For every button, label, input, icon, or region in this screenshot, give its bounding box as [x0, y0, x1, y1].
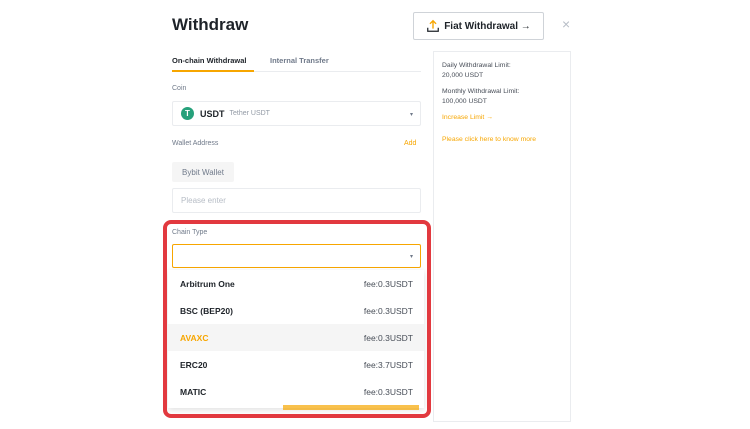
chevron-down-icon: ▾: [409, 112, 413, 118]
daily-limit-value: 20,000 USDT: [442, 72, 484, 79]
fiat-withdrawal-label: Fiat Withdrawal →: [444, 20, 531, 32]
wallet-address-input[interactable]: [172, 188, 421, 213]
saved-wallet-chip[interactable]: Bybit Wallet: [172, 162, 234, 182]
withdrawal-limits-panel: Daily Withdrawal Limit: 20,000 USDT Mont…: [433, 51, 571, 422]
wallet-address-label: Wallet Address: [172, 140, 219, 147]
tab-on-chain-withdrawal[interactable]: On-chain Withdrawal: [172, 56, 254, 72]
coin-select[interactable]: T USDT Tether USDT ▾: [172, 101, 421, 126]
withdraw-tabs: On-chain Withdrawal Internal Transfer: [172, 56, 421, 72]
coin-code: USDT: [200, 108, 225, 119]
close-icon[interactable]: ×: [562, 16, 570, 32]
daily-limit-label: Daily Withdrawal Limit:: [442, 62, 511, 69]
monthly-limit-value: 100,000 USDT: [442, 98, 487, 105]
increase-limit-link[interactable]: Increase Limit →: [442, 113, 562, 123]
tab-internal-transfer[interactable]: Internal Transfer: [270, 56, 329, 66]
fiat-withdrawal-button[interactable]: Fiat Withdrawal →: [413, 12, 544, 40]
coin-name: Tether USDT: [229, 110, 270, 117]
highlight-frame: [163, 220, 431, 418]
monthly-limit-label: Monthly Withdrawal Limit:: [442, 88, 520, 95]
page-title: Withdraw: [172, 15, 249, 34]
know-more-link[interactable]: Please click here to know more: [442, 135, 562, 145]
add-address-link[interactable]: Add: [404, 140, 416, 147]
coin-label: Coin: [172, 85, 187, 92]
upload-icon: [427, 19, 440, 32]
tether-icon: T: [181, 107, 194, 120]
